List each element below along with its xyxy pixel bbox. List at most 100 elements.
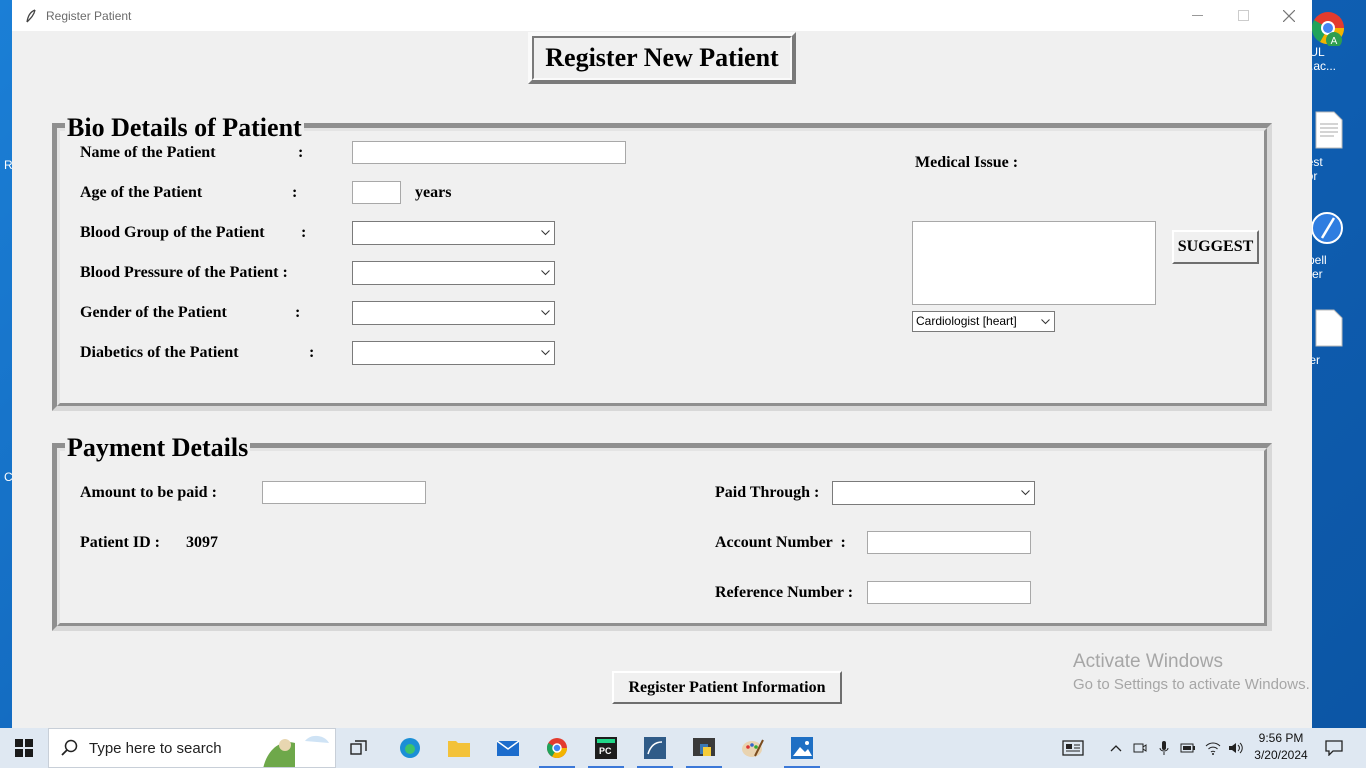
search-icon — [61, 739, 78, 756]
close-icon — [1283, 9, 1295, 22]
taskbar-app-chrome[interactable] — [533, 728, 581, 768]
page-title-box: Register New Patient — [528, 32, 796, 84]
medical-issue-label: Medical Issue : — [915, 154, 1019, 171]
chevron-down-icon — [539, 302, 551, 324]
payment-details-frame — [52, 443, 1272, 631]
news-icon — [1062, 740, 1084, 756]
close-button[interactable] — [1266, 0, 1312, 31]
diabetics-label: Diabetics of the Patient — [80, 344, 239, 361]
blood-group-colon: : — [301, 224, 307, 241]
document-icon — [1315, 309, 1343, 347]
chevron-down-icon — [539, 222, 551, 244]
chevron-down-icon — [1039, 312, 1051, 331]
taskbar-search-box[interactable]: Type here to search — [48, 728, 336, 768]
maximize-button[interactable] — [1220, 0, 1266, 31]
register-patient-button[interactable]: Register Patient Information — [612, 671, 842, 704]
amount-label: Amount to be paid : — [80, 484, 217, 501]
clock-time: 9:56 PM — [1258, 731, 1304, 745]
system-clock[interactable]: 9:56 PM 3/20/2024 — [1250, 730, 1312, 764]
feather-icon — [26, 8, 36, 22]
database-icon — [644, 737, 666, 759]
activate-windows-subtext: Go to Settings to activate Windows. — [1073, 676, 1310, 693]
taskbar-app-mysql-workbench[interactable] — [631, 728, 679, 768]
bio-details-title: Bio Details of Patient — [65, 113, 304, 142]
title-bar[interactable]: Register Patient — [12, 0, 1312, 31]
taskbar-app-python[interactable] — [680, 728, 728, 768]
minimize-icon — [1191, 15, 1203, 16]
blood-group-select[interactable] — [352, 221, 555, 245]
start-button[interactable] — [0, 728, 48, 768]
blood-pressure-select[interactable] — [352, 261, 555, 285]
medical-issue-textarea[interactable] — [912, 221, 1156, 305]
name-field[interactable] — [352, 141, 626, 164]
age-unit-label: years — [415, 184, 452, 201]
taskbar-app-edge[interactable] — [386, 728, 434, 768]
specialist-select[interactable]: Cardiologist [heart] — [912, 311, 1055, 332]
age-colon: : — [292, 184, 298, 201]
search-highlight-image-icon — [263, 735, 329, 767]
name-label: Name of the Patient — [80, 144, 216, 161]
show-hidden-icons-button[interactable] — [1106, 728, 1126, 768]
microphone-button[interactable] — [1154, 728, 1174, 768]
suggest-button[interactable]: SUGGEST — [1172, 230, 1259, 264]
network-button[interactable] — [1202, 728, 1224, 768]
notification-icon — [1325, 740, 1343, 756]
python-icon — [693, 738, 715, 756]
mail-icon — [496, 740, 520, 756]
paid-through-label: Paid Through : — [715, 484, 820, 501]
maximize-icon — [1237, 10, 1249, 21]
payment-details-title: Payment Details — [65, 433, 251, 462]
register-patient-window: Register Patient Register New Patient Bi… — [12, 0, 1312, 728]
wifi-icon — [1205, 742, 1221, 755]
task-view-icon — [350, 740, 367, 755]
reference-number-field[interactable] — [867, 581, 1031, 604]
paid-through-select[interactable] — [832, 481, 1035, 505]
taskbar-app-photos[interactable] — [778, 728, 826, 768]
feather-icon — [1311, 212, 1343, 244]
chrome-icon: A — [1311, 12, 1345, 48]
notifications-button[interactable] — [1318, 728, 1350, 768]
account-number-label: Account Number : — [715, 534, 846, 551]
minimize-button[interactable] — [1174, 0, 1220, 31]
svg-text:A: A — [1331, 36, 1338, 46]
task-view-button[interactable] — [336, 728, 384, 768]
volume-button[interactable] — [1226, 728, 1246, 768]
folder-icon — [448, 741, 470, 757]
window-title: Register Patient — [46, 8, 132, 23]
specialist-value: Cardiologist [heart] — [916, 314, 1017, 328]
meet-now-button[interactable] — [1130, 728, 1150, 768]
name-colon: : — [298, 144, 304, 161]
diabetics-select[interactable] — [352, 341, 555, 365]
chevron-down-icon — [539, 342, 551, 364]
search-placeholder: Type here to search — [89, 739, 222, 757]
patient-id-label: Patient ID : — [80, 534, 160, 551]
microphone-icon — [1159, 741, 1169, 755]
age-field[interactable] — [352, 181, 401, 204]
taskbar-app-mail[interactable] — [484, 728, 532, 768]
page-title: Register New Patient — [532, 36, 792, 80]
chrome-icon — [546, 738, 567, 758]
amount-field[interactable] — [262, 481, 426, 504]
battery-button[interactable] — [1178, 728, 1198, 768]
account-number-field[interactable] — [867, 531, 1031, 554]
chevron-down-icon — [1019, 482, 1031, 504]
paint-palette-icon — [742, 739, 764, 757]
blood-pressure-label: Blood Pressure of the Patient : — [80, 264, 288, 281]
clock-date: 3/20/2024 — [1254, 748, 1308, 762]
chevron-down-icon — [539, 262, 551, 284]
gender-label: Gender of the Patient — [80, 304, 227, 321]
taskbar-app-pycharm[interactable]: PC — [582, 728, 630, 768]
taskbar-app-file-explorer[interactable] — [435, 728, 483, 768]
battery-icon — [1180, 743, 1195, 753]
gender-select[interactable] — [352, 301, 555, 325]
edge-icon — [400, 738, 420, 758]
taskbar-app-paint[interactable] — [729, 728, 777, 768]
speaker-icon — [1229, 742, 1243, 754]
activate-windows-watermark: Activate Windows — [1073, 651, 1223, 672]
patient-id-value: 3097 — [186, 534, 218, 551]
chevron-up-icon — [1110, 745, 1122, 752]
taskbar: Type here to search PC 9:56 PM 3/20/2024 — [0, 728, 1366, 768]
reference-number-label: Reference Number : — [715, 584, 854, 601]
pycharm-icon: PC — [595, 737, 617, 759]
news-widget-button[interactable] — [1058, 728, 1088, 768]
